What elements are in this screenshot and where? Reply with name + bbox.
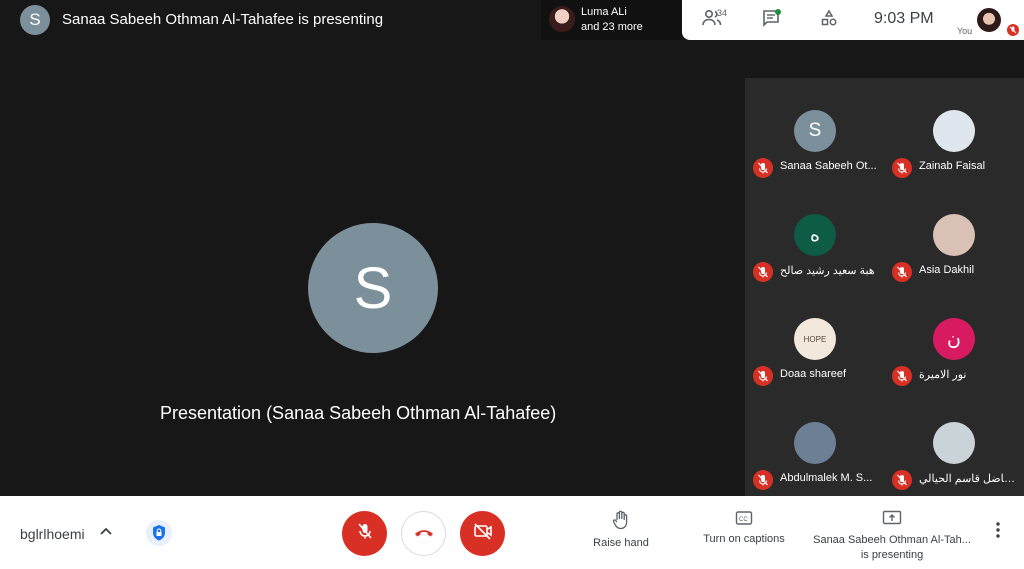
self-label: You [957,26,973,36]
avatar: ن [933,318,975,360]
presenter-title: Sanaa Sabeeh Othman Al-Tahafee is presen… [62,11,384,28]
leave-call-button[interactable] [401,511,446,556]
presentation-avatar: S [308,223,438,353]
avatar: ه [794,214,836,256]
self-avatar [977,8,1001,32]
more-options-icon[interactable] [990,522,1006,542]
clock: 9:03 PM [874,10,934,27]
participant-grid: S Sanaa Sabeeh Ot... Zainab Faisal ه هبة سعي… [745,78,1024,496]
presentation-label: Presentation (Sanaa Sabeeh Othman Al-Tah… [160,403,557,423]
participant-tile[interactable]: HOPE Doaa shareef [745,286,884,390]
participant-count: 34 [717,8,728,18]
mic-off-icon [892,470,912,490]
camera-toggle-button[interactable] [460,511,505,556]
people-chip-name: Luma ALi [581,6,627,18]
participant-tile[interactable]: S Sanaa Sabeeh Ot... [745,78,884,182]
bottom-bar: bglrlhoemi Raise hand CC Turn on caption… [0,496,1024,569]
mic-toggle-button[interactable] [342,511,387,556]
captions-button[interactable]: CC Turn on captions [697,510,791,545]
presenting-line-1: Sanaa Sabeeh Othman Al-Tah... [813,534,971,546]
captions-label: Turn on captions [703,533,785,545]
shield-icon[interactable] [146,520,172,546]
people-chip-more: and 23 more [581,21,643,33]
chat-notification-dot [775,9,781,15]
mic-off-icon [355,521,375,546]
presenting-button[interactable]: Sanaa Sabeeh Othman Al-Tah... is present… [808,510,976,563]
top-right-panel: 34 9:03 PM You [682,0,1024,40]
mic-off-icon [753,158,773,178]
participant-tile[interactable]: لماك فاضل قاسم الحيالي [884,390,1023,494]
participant-tile[interactable]: ن نور الاميرة [884,286,1023,390]
mic-off-icon [892,262,912,282]
presenter-avatar: S [20,5,50,35]
camera-off-icon [472,521,494,546]
mic-off-icon [753,262,773,282]
chevron-up-icon[interactable] [99,524,113,539]
raise-hand-label: Raise hand [593,537,649,549]
avatar [549,6,575,32]
avatar [794,422,836,464]
captions-icon: CC [697,510,791,529]
avatar [933,422,975,464]
participant-name: Doaa shareef [780,368,847,380]
svg-text:CC: CC [739,517,748,523]
hand-icon [588,510,654,533]
participant-name: Asia Dakhil [919,264,975,276]
meeting-code: bglrlhoemi [20,526,85,542]
participant-name: هبة سعيد رشيد صالح [780,265,875,277]
hangup-icon [413,525,435,543]
top-bar: S Sanaa Sabeeh Othman Al-Tahafee is pres… [0,0,1024,40]
avatar [933,110,975,152]
present-screen-icon [808,510,976,529]
mic-off-icon [892,366,912,386]
participant-tile[interactable]: Abdulmalek M. S... [745,390,884,494]
participant-name: لماك فاضل قاسم الحيالي [919,473,1019,485]
participant-tile[interactable]: Zainab Faisal [884,78,1023,182]
mic-off-icon [892,158,912,178]
mic-off-icon [753,366,773,386]
participant-tile[interactable]: ه هبة سعيد رشيد صالح [745,182,884,286]
activities-icon[interactable] [820,9,838,32]
mic-off-icon [753,470,773,490]
participant-tile[interactable]: Asia Dakhil [884,182,1023,286]
avatar: S [794,110,836,152]
avatar: HOPE [794,318,836,360]
raise-hand-button[interactable]: Raise hand [588,510,654,549]
mic-off-icon [1007,24,1019,36]
people-chip[interactable]: Luma ALi and 23 more [541,0,681,40]
participant-name: Abdulmalek M. S... [780,472,873,484]
participant-name: Sanaa Sabeeh Ot... [780,160,877,172]
participant-name: نور الاميرة [919,369,967,381]
presenting-line-2: is presenting [860,549,924,561]
avatar [933,214,975,256]
participant-name: Zainab Faisal [919,160,986,172]
